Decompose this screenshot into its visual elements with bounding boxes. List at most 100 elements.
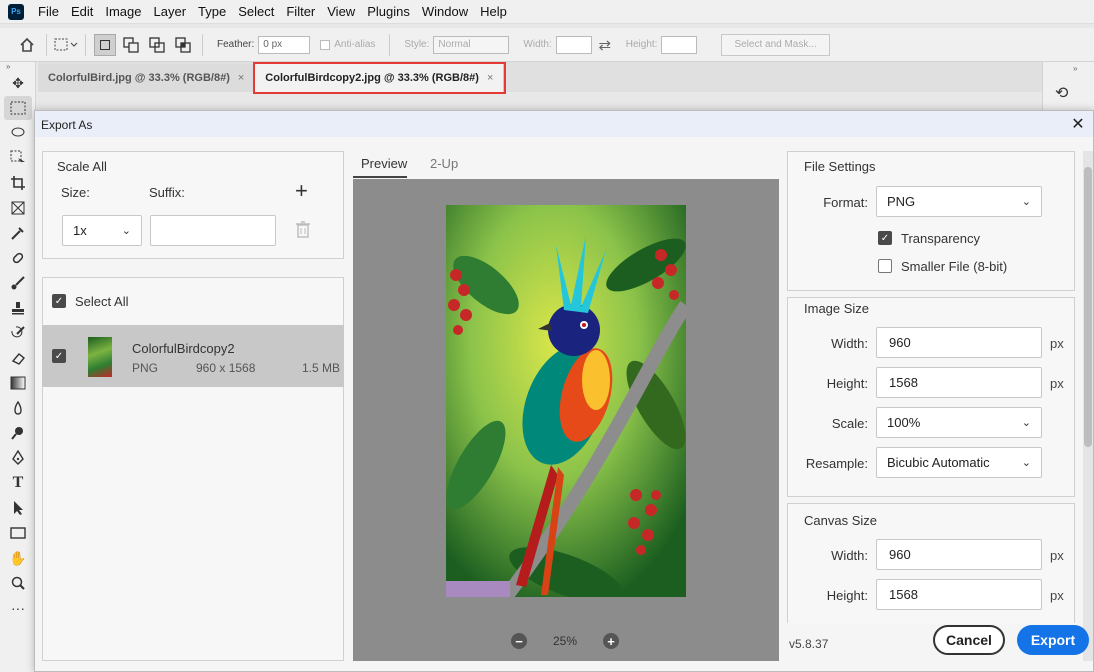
marquee-preset-icon[interactable] xyxy=(53,33,79,57)
zoom-out-button[interactable]: − xyxy=(511,633,527,649)
frame-icon[interactable] xyxy=(4,196,32,220)
image-height-input[interactable]: 1568 xyxy=(876,367,1042,398)
file-settings-title: File Settings xyxy=(804,159,876,174)
settings-scrollbar[interactable] xyxy=(1083,151,1093,661)
asset-checkbox[interactable]: ✓ xyxy=(52,349,66,363)
canvas-width-input[interactable]: 960 xyxy=(876,539,1042,570)
preview-canvas[interactable]: − 25% + xyxy=(353,179,779,661)
tab-colorfulbirdcopy2[interactable]: ColorfulBirdcopy2.jpg @ 33.3% (RGB/8#) × xyxy=(253,62,507,94)
menu-view[interactable]: View xyxy=(321,0,361,24)
scale-all-panel: Scale All Size: Suffix: + 1x ⌄ xyxy=(42,151,344,259)
eyedropper-icon[interactable] xyxy=(4,221,32,245)
menu-select[interactable]: Select xyxy=(232,0,280,24)
intersect-selection-button[interactable] xyxy=(172,34,194,56)
smaller-file-checkbox[interactable] xyxy=(878,259,892,273)
scrollbar-thumb[interactable] xyxy=(1084,167,1092,447)
suffix-input[interactable] xyxy=(150,215,276,246)
crop-icon[interactable] xyxy=(4,171,32,195)
transparency-checkbox[interactable]: ✓ xyxy=(878,231,892,245)
canvas-size-title: Canvas Size xyxy=(804,513,877,528)
canvas-height-label: Height: xyxy=(826,588,868,603)
menu-edit[interactable]: Edit xyxy=(65,0,99,24)
new-selection-button[interactable] xyxy=(94,33,116,56)
type-icon[interactable]: T xyxy=(4,471,32,495)
hand-icon[interactable]: ✋ xyxy=(4,546,32,570)
menu-window[interactable]: Window xyxy=(416,0,474,24)
dialog-titlebar: Export As ✕ xyxy=(35,111,1093,137)
gradient-icon[interactable] xyxy=(4,371,32,395)
asset-dimensions: 960 x 1568 xyxy=(196,361,256,375)
feather-input[interactable]: 0 px xyxy=(258,35,311,54)
move-tool-icon[interactable]: ✥ xyxy=(4,71,32,95)
dodge-icon[interactable] xyxy=(4,421,32,445)
tab-preview[interactable]: Preview xyxy=(361,156,407,171)
add-to-selection-button[interactable] xyxy=(120,34,142,56)
image-width-input[interactable]: 960 xyxy=(876,327,1042,358)
menu-help[interactable]: Help xyxy=(474,0,513,24)
smaller-file-label: Smaller File (8-bit) xyxy=(901,259,1008,274)
image-size-title: Image Size xyxy=(804,301,870,316)
healing-brush-icon[interactable] xyxy=(4,246,32,270)
close-icon[interactable]: ✕ xyxy=(1067,113,1089,135)
lasso-icon[interactable] xyxy=(4,121,32,145)
swap-icon[interactable]: ⇄ xyxy=(592,33,618,57)
menu-layer[interactable]: Layer xyxy=(148,0,193,24)
zoom-in-button[interactable]: + xyxy=(603,633,619,649)
asset-name: ColorfulBirdcopy2 xyxy=(132,341,235,356)
eraser-icon[interactable] xyxy=(4,346,32,370)
height-label: Height: xyxy=(625,39,658,50)
trash-icon[interactable] xyxy=(295,220,311,241)
tools-panel: » ✥ T ✋ ··· xyxy=(0,62,36,672)
close-icon[interactable]: × xyxy=(238,72,244,84)
width-input[interactable] xyxy=(555,35,592,54)
menu-type[interactable]: Type xyxy=(192,0,232,24)
menu-filter[interactable]: Filter xyxy=(280,0,321,24)
subtract-from-selection-button[interactable] xyxy=(146,34,168,56)
rectangular-marquee-icon[interactable] xyxy=(4,96,32,120)
resample-select[interactable]: Bicubic Automatic ⌄ xyxy=(876,447,1042,478)
canvas-height-input[interactable]: 1568 xyxy=(876,579,1042,610)
history-icon[interactable]: ⟲ xyxy=(1055,83,1094,103)
menu-file[interactable]: File xyxy=(32,0,65,24)
chevron-down-icon: ⌄ xyxy=(1021,457,1031,469)
dialog-title: Export As xyxy=(41,118,93,132)
menu-bar: Ps File Edit Image Layer Type Select Fil… xyxy=(0,0,1094,24)
zoom-level: 25% xyxy=(553,634,578,648)
collapse-icon[interactable]: » xyxy=(1043,62,1094,73)
blur-icon[interactable] xyxy=(4,396,32,420)
px-unit: px xyxy=(1050,336,1064,351)
history-brush-icon[interactable] xyxy=(4,321,32,345)
style-label: Style: xyxy=(404,39,430,50)
style-select[interactable]: Normal xyxy=(433,35,510,54)
clone-stamp-icon[interactable] xyxy=(4,296,32,320)
asset-row[interactable]: ✓ ColorfulBirdcopy2 PNG 960 x 1568 1.5 M… xyxy=(42,325,344,387)
tab-2-up[interactable]: 2-Up xyxy=(430,156,458,171)
object-selection-icon[interactable] xyxy=(4,146,32,170)
chevron-down-icon: ⌄ xyxy=(1021,196,1031,208)
size-select[interactable]: 1x ⌄ xyxy=(62,215,142,246)
menu-image[interactable]: Image xyxy=(99,0,147,24)
height-input[interactable] xyxy=(661,35,698,54)
format-select[interactable]: PNG ⌄ xyxy=(876,186,1042,217)
canvas-width-label: Width: xyxy=(831,548,868,563)
add-scale-button[interactable]: + xyxy=(295,178,308,204)
home-icon[interactable] xyxy=(14,33,40,57)
tab-colorfulbird[interactable]: ColorfulBird.jpg @ 33.3% (RGB/8#) × xyxy=(38,64,256,92)
close-icon[interactable]: × xyxy=(487,72,493,84)
pen-icon[interactable] xyxy=(4,446,32,470)
brush-icon[interactable] xyxy=(4,271,32,295)
antialias-checkbox[interactable] xyxy=(320,39,331,50)
select-and-mask-button[interactable]: Select and Mask... xyxy=(721,33,830,56)
select-all-checkbox[interactable]: ✓ xyxy=(52,294,66,308)
cancel-button[interactable]: Cancel xyxy=(933,625,1005,655)
image-size-panel: Image Size Width: 960 px Height: 1568 px… xyxy=(787,297,1075,497)
rectangle-icon[interactable] xyxy=(4,521,32,545)
export-button[interactable]: Export xyxy=(1017,625,1089,655)
path-selection-icon[interactable] xyxy=(4,496,32,520)
collapse-icon[interactable]: » xyxy=(0,62,35,71)
zoom-icon[interactable] xyxy=(4,571,32,595)
scale-select[interactable]: 100% ⌄ xyxy=(876,407,1042,438)
select-all-label: Select All xyxy=(75,294,129,309)
more-tools-icon[interactable]: ··· xyxy=(4,596,32,620)
menu-plugins[interactable]: Plugins xyxy=(361,0,416,24)
